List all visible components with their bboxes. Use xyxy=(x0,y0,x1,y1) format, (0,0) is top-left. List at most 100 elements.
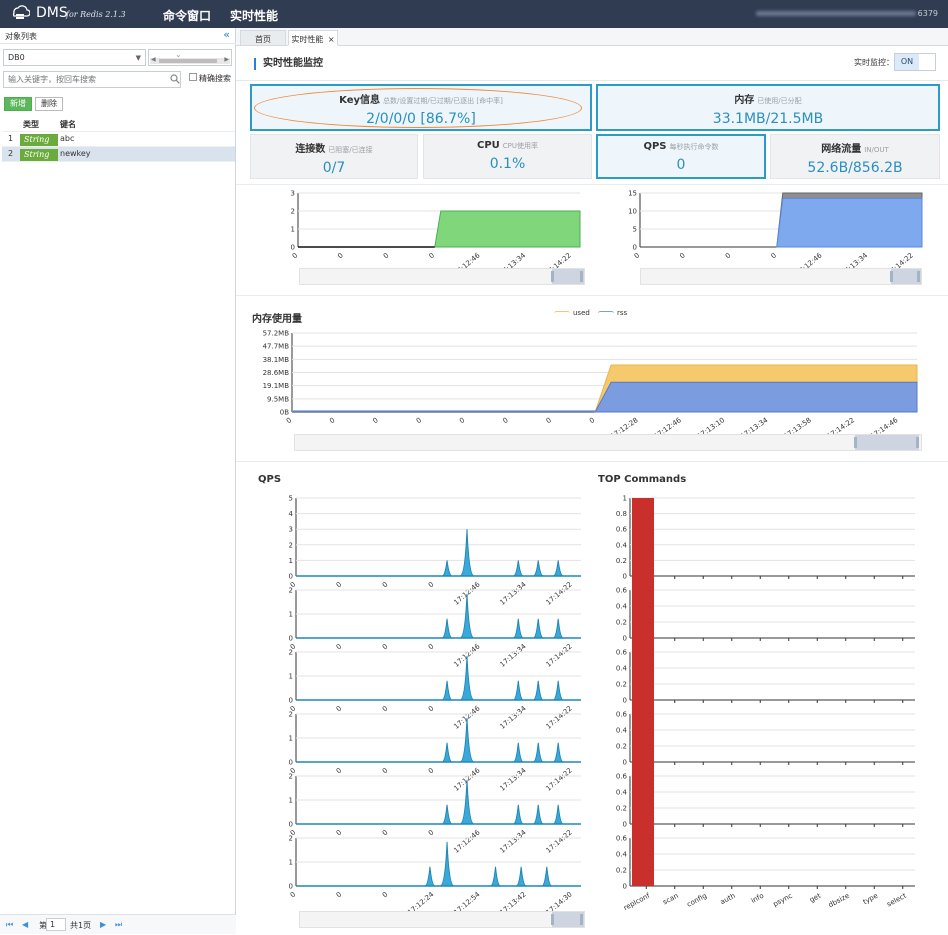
x-tick-label: auth xyxy=(719,892,737,907)
scroll-right-arrow-icon[interactable]: ▶ xyxy=(224,56,229,63)
y-tick-label: 10 xyxy=(628,208,637,216)
y-tick-label: 4 xyxy=(289,510,294,518)
y-tick-label: 0.6 xyxy=(616,649,628,657)
card-title-text: 网络流量 xyxy=(821,144,862,155)
y-tick-label: 0.8 xyxy=(616,510,627,518)
qps-peak xyxy=(533,560,544,577)
y-tick-label: 9.5MB xyxy=(267,395,289,403)
zoom-slider[interactable] xyxy=(640,268,922,285)
zoom-handle[interactable] xyxy=(890,271,893,282)
card-value: 52.6B/856.2B xyxy=(807,160,903,176)
stat-card-keys: Key信息 总数/设置过期/已过期/已逐出 [命中率] 2/0/0/0 [86.7… xyxy=(250,84,592,131)
card-title: 连接数 已阻塞/已连接 xyxy=(251,140,417,155)
qps-charts: 0123450 0 0 0 17:12:46 17:13:34 17:14:220120 0 0… xyxy=(289,495,581,917)
chevron-down-icon: ▼ xyxy=(135,54,141,62)
key-type-select[interactable]: ⌄ ◀ ▶ xyxy=(148,49,232,66)
x-tick-label: 0 xyxy=(588,416,596,425)
exact-search-checkbox[interactable] xyxy=(189,73,197,81)
series-area xyxy=(776,197,923,248)
first-page-icon[interactable]: ⏮ xyxy=(6,920,13,930)
y-tick-label: 1 xyxy=(289,859,293,867)
zoom-slider[interactable] xyxy=(299,268,585,285)
qps-peak xyxy=(513,618,524,639)
sidebar-title: 对象列表 xyxy=(5,32,37,41)
scrollbar-thumb[interactable] xyxy=(159,59,217,63)
x-tick-label: 17:14:22 xyxy=(544,766,573,792)
top-commands-charts: 0 0.2 0.4 0.6 0.8 1 0 0.2 0.4 0.6 0 0.2 0.4 0.6 0 0.2 0.… xyxy=(616,495,915,912)
y-tick-label: 0 xyxy=(623,821,627,829)
card-title-text: 连接数 xyxy=(295,144,326,155)
x-tick-label: replconf xyxy=(622,891,651,912)
key-table-header: 类型 键名 xyxy=(2,117,235,132)
x-tick-label: 17:14:22 xyxy=(544,704,573,730)
next-page-icon[interactable]: ▶ xyxy=(100,920,106,929)
last-page-icon[interactable]: ⏭ xyxy=(115,920,122,930)
tab-home[interactable]: 首页 xyxy=(240,30,286,46)
monitor-toggle[interactable]: ON xyxy=(894,53,936,71)
monitor-state: ON xyxy=(895,54,919,70)
x-tick-label: 0 xyxy=(427,828,436,837)
y-tick-label: 0 xyxy=(633,244,637,252)
x-tick-label: 0 xyxy=(501,416,509,425)
add-key-button[interactable]: 新增 xyxy=(4,97,32,111)
bar-replconf xyxy=(632,808,654,886)
x-tick-label: 0 xyxy=(335,828,344,837)
redacted-host xyxy=(755,11,916,16)
nav-realtime-performance[interactable]: 实时性能 xyxy=(230,7,278,24)
database-select[interactable]: DB0 ▼ xyxy=(3,49,146,66)
zoom-handle[interactable] xyxy=(580,271,583,282)
y-tick-label: 0 xyxy=(623,759,627,767)
card-value: 33.1MB/21.5MB xyxy=(712,111,824,127)
zoom-handle[interactable] xyxy=(551,271,554,282)
page-number-input[interactable]: 1 xyxy=(46,918,66,931)
zoom-slider[interactable] xyxy=(294,434,922,451)
search-icon[interactable] xyxy=(170,74,180,84)
y-tick-label: 1 xyxy=(291,226,295,234)
y-tick-label: 3 xyxy=(291,190,295,198)
x-tick-label: get xyxy=(808,892,822,905)
y-tick-label: 1 xyxy=(623,495,627,503)
double-chevron-left-icon[interactable]: « xyxy=(223,28,230,41)
x-tick-label: 0 xyxy=(381,704,390,713)
card-title-text: CPU xyxy=(476,140,500,151)
x-tick-label: 0 xyxy=(545,416,553,425)
y-tick-label: 1 xyxy=(289,557,293,565)
y-tick-label: 0 xyxy=(289,759,293,767)
stat-card-memory: 内存 已使用/已分配 33.1MB/21.5MB xyxy=(596,84,940,131)
y-tick-label: 1 xyxy=(289,735,293,743)
horizontal-scrollbar[interactable]: ◀ ▶ xyxy=(150,56,230,64)
qps-peak xyxy=(441,618,453,639)
connections-area xyxy=(434,210,581,248)
close-icon[interactable]: × xyxy=(328,35,335,44)
qps-peak xyxy=(459,529,475,577)
prev-page-icon[interactable]: ◀ xyxy=(22,920,28,929)
delete-key-button[interactable]: 删除 xyxy=(35,97,63,111)
nav-command-window[interactable]: 命令窗口 xyxy=(163,7,211,24)
zoom-slider[interactable] xyxy=(299,911,585,928)
zoom-handle[interactable] xyxy=(580,914,583,925)
tab-realtime-performance[interactable]: 实时性能 × xyxy=(288,30,338,46)
scroll-left-arrow-icon[interactable]: ◀ xyxy=(151,56,156,63)
zoom-handle[interactable] xyxy=(854,437,857,448)
qps-peak xyxy=(515,866,527,887)
card-subtitle: CPU使用率 xyxy=(502,142,539,150)
y-tick-label: 0.2 xyxy=(616,681,627,689)
zoom-window[interactable] xyxy=(855,435,919,450)
x-tick-label: 17:13:34 xyxy=(498,828,528,855)
table-row[interactable]: 1 String abc xyxy=(2,132,235,147)
table-row[interactable]: 2 String newkey xyxy=(2,147,235,162)
key-search-input[interactable] xyxy=(3,71,181,88)
y-tick-label: 2 xyxy=(289,587,293,595)
qps-peak xyxy=(533,804,544,825)
qps-peak xyxy=(513,742,524,763)
y-tick-label: 15 xyxy=(628,190,637,198)
card-title: QPS 每秒执行命令数 xyxy=(598,141,764,152)
zoom-handle[interactable] xyxy=(551,914,554,925)
card-title: CPU CPU使用率 xyxy=(424,140,591,151)
object-list-sidebar: 对象列表 « DB0 ▼ ⌄ ◀ ▶ 精确搜索 新增 删除 类型 键名 1 Str… xyxy=(0,28,236,934)
qps-peak xyxy=(533,742,544,763)
zoom-handle[interactable] xyxy=(916,437,919,448)
zoom-handle[interactable] xyxy=(917,271,920,282)
x-tick-label: config xyxy=(686,892,709,909)
x-tick-label: select xyxy=(886,892,908,909)
